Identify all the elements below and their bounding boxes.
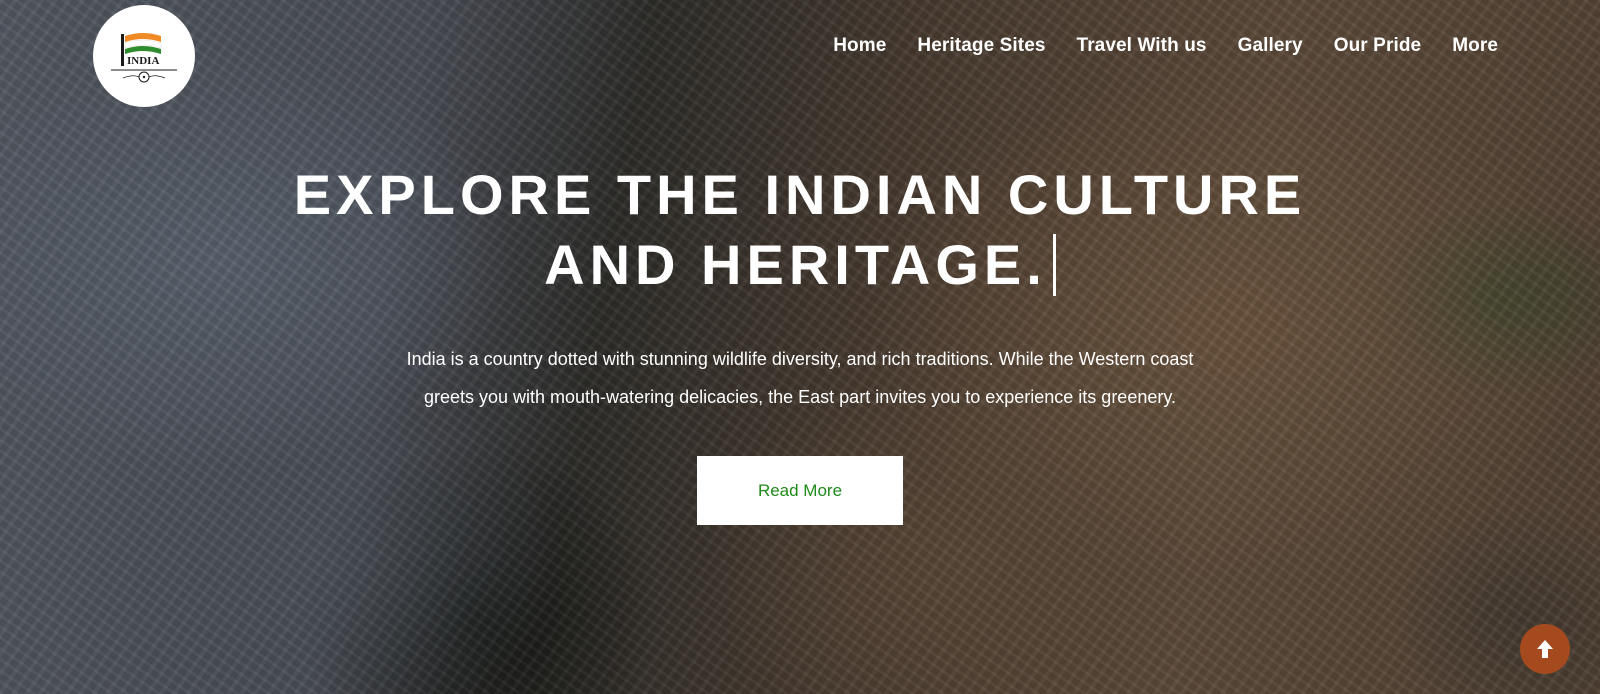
- nav-item-travel-with-us[interactable]: Travel With us: [1077, 34, 1207, 58]
- nav-item-heritage-sites[interactable]: Heritage Sites: [917, 34, 1045, 58]
- arrow-up-icon: [1537, 640, 1553, 658]
- back-to-top-button[interactable]: [1520, 624, 1570, 674]
- hero-headline-line2: AND HERITAGE.: [544, 233, 1047, 296]
- hero-content: EXPLORE THE INDIAN CULTURE AND HERITAGE.…: [0, 160, 1600, 525]
- read-more-button[interactable]: Read More: [697, 456, 903, 525]
- nav-item-our-pride[interactable]: Our Pride: [1334, 34, 1421, 58]
- hero-section: INDIA Home Heritage Sites Travel With us…: [0, 0, 1600, 694]
- hero-description: India is a country dotted with stunning …: [406, 349, 1194, 407]
- nav-item-home[interactable]: Home: [833, 34, 886, 58]
- main-navigation: Home Heritage Sites Travel With us Galle…: [802, 34, 1498, 58]
- hero-headline-line1: EXPLORE THE INDIAN CULTURE: [293, 163, 1307, 226]
- india-flag-logo-icon: INDIA: [111, 33, 177, 83]
- nav-item-more[interactable]: More: [1452, 34, 1498, 58]
- logo-text: INDIA: [127, 55, 159, 67]
- nav-item-gallery[interactable]: Gallery: [1238, 34, 1303, 58]
- site-logo[interactable]: INDIA: [93, 5, 195, 107]
- typing-cursor: [1052, 234, 1056, 296]
- hero-headline: EXPLORE THE INDIAN CULTURE AND HERITAGE.: [0, 160, 1600, 300]
